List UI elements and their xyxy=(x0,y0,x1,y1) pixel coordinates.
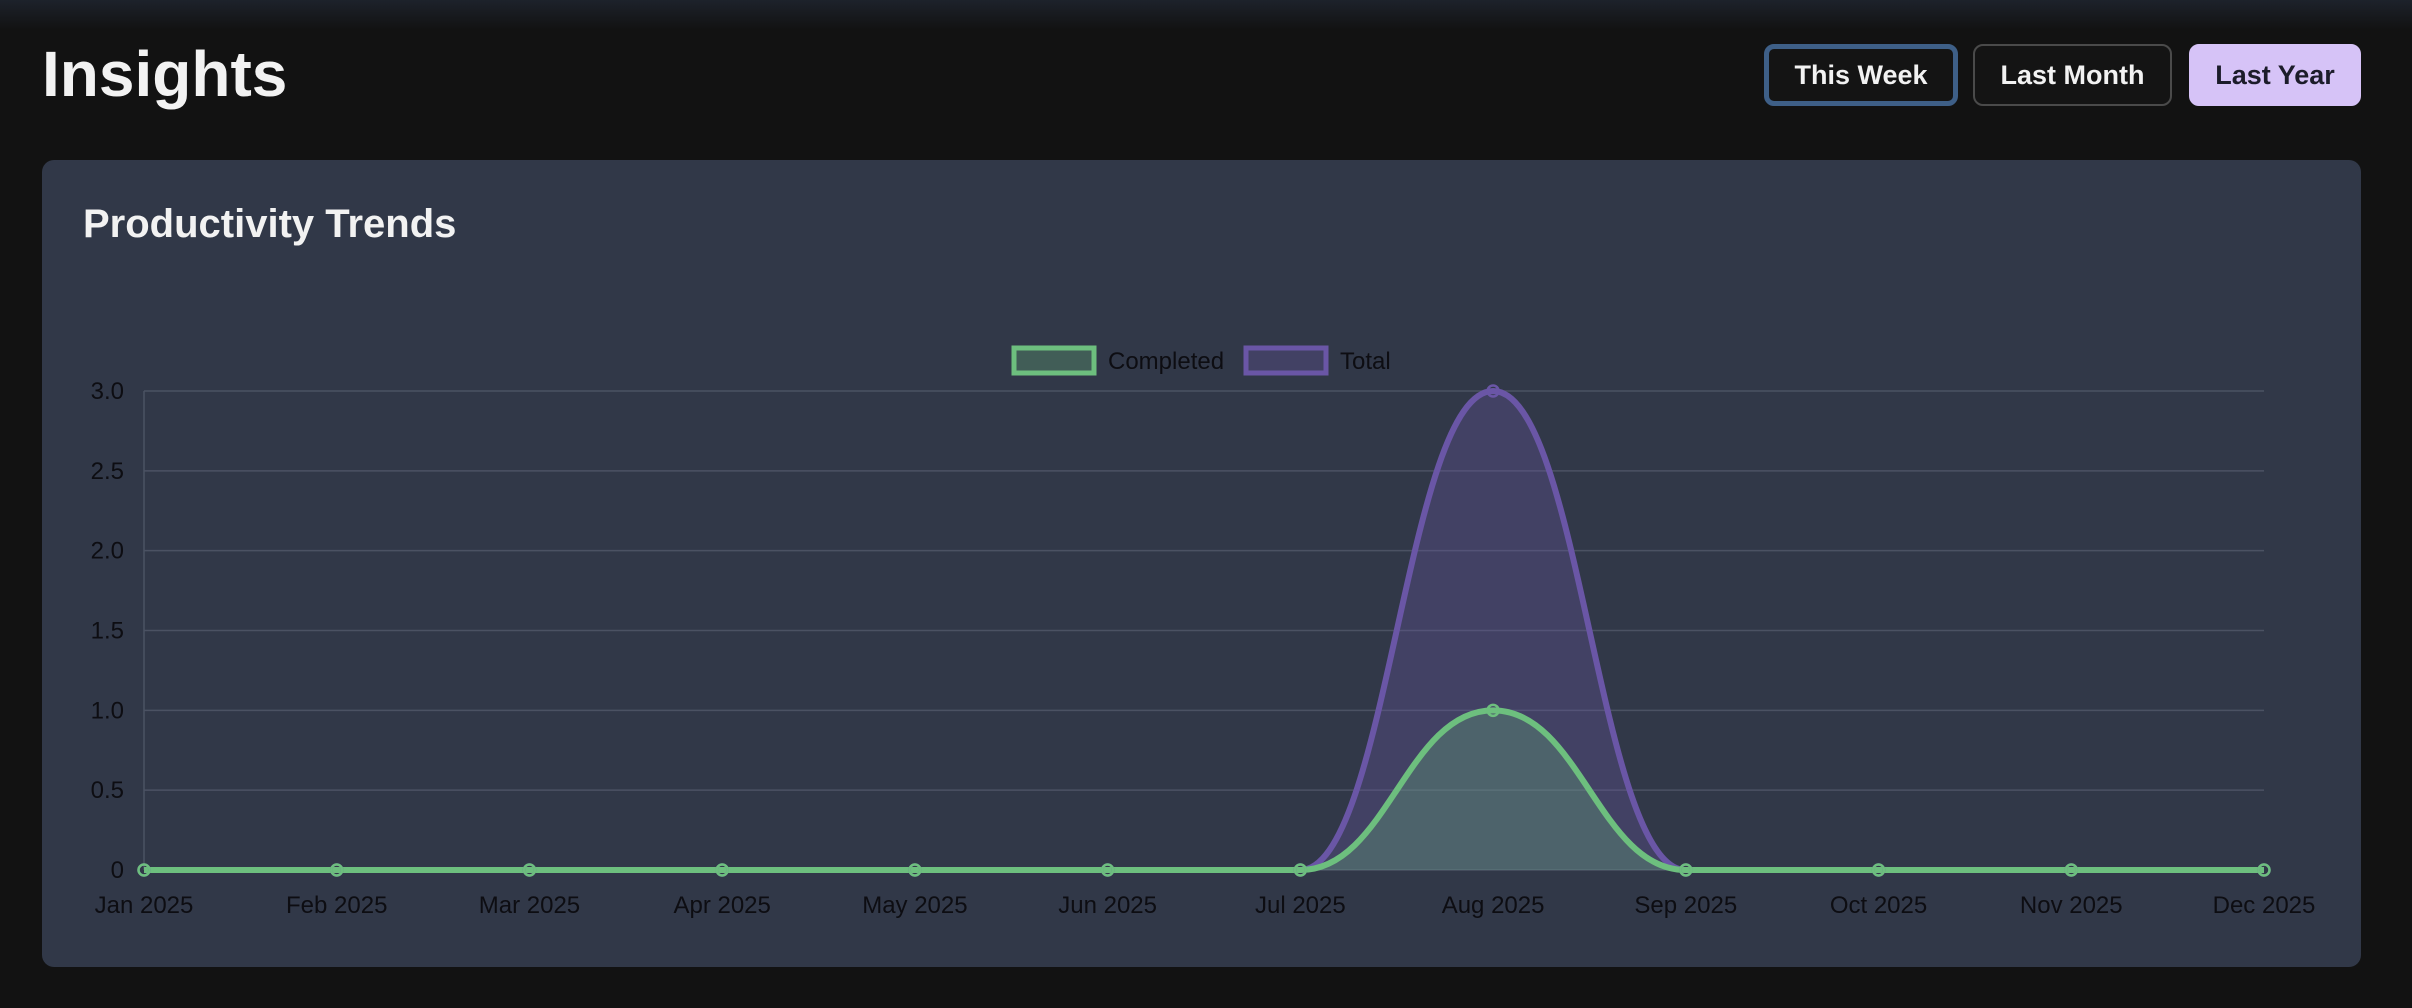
x-tick-label: Jan 2025 xyxy=(95,892,194,919)
y-tick-label: 2.0 xyxy=(91,538,124,565)
x-tick-label: Oct 2025 xyxy=(1830,892,1927,919)
x-tick-label: May 2025 xyxy=(862,892,967,919)
x-tick-label: Jun 2025 xyxy=(1058,892,1157,919)
y-tick-label: 2.5 xyxy=(91,458,124,485)
x-tick-label: Aug 2025 xyxy=(1442,892,1545,919)
productivity-card: Productivity Trends 0 0.5 1.0 1.5 2.0 2.5 3.0 J… xyxy=(42,160,2361,967)
x-tick-label: Dec 2025 xyxy=(2213,892,2316,919)
legend: Completed Total xyxy=(1011,345,1391,376)
x-tick-label: Mar 2025 xyxy=(479,892,580,919)
page-title: Insights xyxy=(42,38,288,110)
x-tick-label: Apr 2025 xyxy=(673,892,770,919)
legend-label-completed: Completed xyxy=(1108,348,1224,375)
y-tick-label: 0.5 xyxy=(91,777,124,804)
last-month-button[interactable]: Last Month xyxy=(1973,44,2172,106)
top-shadow xyxy=(0,0,2412,30)
legend-swatch-total xyxy=(1243,345,1329,376)
last-year-button[interactable]: Last Year xyxy=(2189,44,2361,106)
x-tick-label: Nov 2025 xyxy=(2020,892,2123,919)
productivity-chart: 0 0.5 1.0 1.5 2.0 2.5 3.0 Jan 2025 Feb 2025 Mar 2… xyxy=(91,345,2316,919)
legend-label-total: Total xyxy=(1340,348,1391,375)
y-tick-label: 1.0 xyxy=(91,697,124,724)
legend-swatch-completed xyxy=(1011,345,1097,376)
this-week-button[interactable]: This Week xyxy=(1764,44,1958,106)
axis-labels: 0 0.5 1.0 1.5 2.0 2.5 3.0 Jan 2025 Feb 2025 Mar 2… xyxy=(91,378,2316,919)
grid-lines xyxy=(143,390,2264,871)
y-tick-label: 3.0 xyxy=(91,378,124,405)
x-tick-label: Jul 2025 xyxy=(1255,892,1346,919)
x-tick-label: Feb 2025 xyxy=(286,892,387,919)
y-tick-label: 1.5 xyxy=(91,618,124,645)
y-tick-label: 0 xyxy=(111,857,124,884)
x-tick-label: Sep 2025 xyxy=(1634,892,1737,919)
